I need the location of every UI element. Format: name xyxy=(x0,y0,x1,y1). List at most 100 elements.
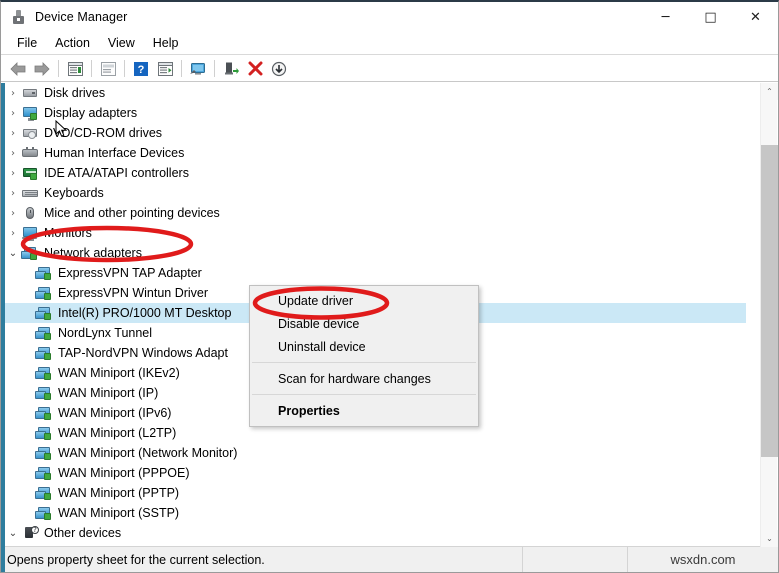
tree-item-label: WAN Miniport (IP) xyxy=(58,385,158,401)
disk-drive-icon xyxy=(21,85,39,101)
status-message: Opens property sheet for the current sel… xyxy=(1,547,523,572)
menu-view[interactable]: View xyxy=(99,33,144,53)
tree-item-label: WAN Miniport (SSTP) xyxy=(58,505,179,521)
tree-item-expressvpn-tap-adapter[interactable]: ExpressVPN TAP Adapter xyxy=(5,263,746,283)
device-manager-icon xyxy=(10,9,27,26)
device-manager-window: Device Manager ─ □ ✕ File Action View He… xyxy=(0,0,779,573)
tree-item-label: Keyboards xyxy=(44,185,104,201)
back-icon[interactable] xyxy=(6,58,30,80)
chevron-down-icon[interactable]: ⌄ xyxy=(5,248,21,259)
scrollbar-thumb[interactable] xyxy=(761,145,778,457)
maximize-button[interactable]: □ xyxy=(688,2,733,32)
context-menu[interactable]: Update driverDisable deviceUninstall dev… xyxy=(249,285,479,427)
context-menu-item-scan-for-hardware-changes[interactable]: Scan for hardware changes xyxy=(250,367,478,390)
help-icon[interactable]: ? xyxy=(129,58,153,80)
tree-item-label: ExpressVPN TAP Adapter xyxy=(58,265,202,281)
properties-icon[interactable] xyxy=(63,58,87,80)
tree-item-other-devices[interactable]: ⌄? Other devices xyxy=(5,523,746,543)
install-legacy-hardware-icon[interactable] xyxy=(267,58,291,80)
network-adapter-icon xyxy=(35,305,53,321)
monitor-icon xyxy=(21,225,39,241)
enable-device-icon[interactable] xyxy=(219,58,243,80)
network-adapter-icon xyxy=(35,445,53,461)
network-adapter-icon xyxy=(35,505,53,521)
uninstall-device-icon[interactable] xyxy=(243,58,267,80)
chevron-right-icon[interactable]: › xyxy=(5,188,21,199)
tree-item-label: WAN Miniport (PPPOE) xyxy=(58,465,190,481)
window-title: Device Manager xyxy=(35,10,127,24)
network-adapter-icon xyxy=(35,485,53,501)
context-menu-item-disable-device[interactable]: Disable device xyxy=(250,312,478,335)
dvd-drive-icon xyxy=(21,125,39,141)
status-accent-bar xyxy=(1,546,5,572)
toolbar-separator xyxy=(91,60,92,77)
network-adapter-icon xyxy=(21,245,39,261)
menu-action[interactable]: Action xyxy=(46,33,99,53)
tree-item-dvd-cd-rom-drives[interactable]: › DVD/CD-ROM drives xyxy=(5,123,746,143)
tree-item-label: WAN Miniport (L2TP) xyxy=(58,425,176,441)
vertical-scrollbar[interactable]: ⌃ ⌄ xyxy=(760,83,777,547)
context-menu-separator xyxy=(252,362,476,363)
menu-bar: File Action View Help xyxy=(1,32,778,55)
tree-item-keyboards[interactable]: › Keyboards xyxy=(5,183,746,203)
tree-item-wan-miniport-network-monitor[interactable]: WAN Miniport (Network Monitor) xyxy=(5,443,746,463)
tree-item-human-interface-devices[interactable]: › Human Interface Devices xyxy=(5,143,746,163)
mouse-icon xyxy=(21,205,39,221)
forward-icon[interactable] xyxy=(30,58,54,80)
tree-item-label: DVD/CD-ROM drives xyxy=(44,125,162,141)
tree-item-label: Human Interface Devices xyxy=(44,145,184,161)
update-driver-icon[interactable] xyxy=(153,58,177,80)
tree-item-label: WAN Miniport (IKEv2) xyxy=(58,365,180,381)
tree-item-label: Mice and other pointing devices xyxy=(44,205,220,221)
chevron-right-icon[interactable]: › xyxy=(5,208,21,219)
tree-item-disk-drives[interactable]: › Disk drives xyxy=(5,83,746,103)
status-bar: Opens property sheet for the current sel… xyxy=(1,546,778,572)
tree-item-label: Intel(R) PRO/1000 MT Desktop xyxy=(58,305,231,321)
tree-item-ide-ata-atapi-controllers[interactable]: ›IDE ATA/ATAPI controllers xyxy=(5,163,746,183)
watermark: wsxdn.com xyxy=(628,547,778,572)
toolbar-separator xyxy=(124,60,125,77)
scroll-down-button[interactable]: ⌄ xyxy=(761,530,778,547)
network-adapter-icon xyxy=(35,365,53,381)
tree-item-label: Other devices xyxy=(44,525,121,541)
context-menu-item-update-driver[interactable]: Update driver xyxy=(250,289,478,312)
tree-item-wan-miniport-pptp[interactable]: WAN Miniport (PPTP) xyxy=(5,483,746,503)
tree-item-label: Network adapters xyxy=(44,245,142,261)
chevron-down-icon[interactable]: ⌄ xyxy=(5,528,21,539)
show-hidden-devices-icon[interactable] xyxy=(96,58,120,80)
tree-item-label: WAN Miniport (PPTP) xyxy=(58,485,179,501)
toolbar: ? xyxy=(1,56,778,82)
scan-for-hardware-changes-icon[interactable] xyxy=(186,58,210,80)
chevron-right-icon[interactable]: › xyxy=(5,108,21,119)
tree-item-monitors[interactable]: › Monitors xyxy=(5,223,746,243)
context-menu-item-properties[interactable]: Properties xyxy=(250,399,478,422)
close-button[interactable]: ✕ xyxy=(733,2,778,32)
chevron-right-icon[interactable]: › xyxy=(5,148,21,159)
chevron-right-icon[interactable]: › xyxy=(5,228,21,239)
network-adapter-icon xyxy=(35,285,53,301)
keyboard-icon xyxy=(21,185,39,201)
tree-item-wan-miniport-pppoe[interactable]: WAN Miniport (PPPOE) xyxy=(5,463,746,483)
display-adapter-icon xyxy=(21,105,39,121)
menu-file[interactable]: File xyxy=(8,33,46,53)
network-adapter-icon xyxy=(35,425,53,441)
network-adapter-icon xyxy=(35,465,53,481)
tree-item-label: Monitors xyxy=(44,225,92,241)
unknown-device-icon: ? xyxy=(21,525,39,541)
tree-item-network-adapters[interactable]: ⌄ Network adapters xyxy=(5,243,746,263)
tree-item-label: NordLynx Tunnel xyxy=(58,325,152,341)
context-menu-item-uninstall-device[interactable]: Uninstall device xyxy=(250,335,478,358)
chevron-right-icon[interactable]: › xyxy=(5,128,21,139)
chevron-right-icon[interactable]: › xyxy=(5,168,21,179)
window-controls: ─ □ ✕ xyxy=(643,2,778,32)
scroll-up-button[interactable]: ⌃ xyxy=(761,83,778,100)
tree-item-wan-miniport-sstp[interactable]: WAN Miniport (SSTP) xyxy=(5,503,746,523)
tree-item-display-adapters[interactable]: ›Display adapters xyxy=(5,103,746,123)
tree-item-mice-and-other-pointing-devices[interactable]: › Mice and other pointing devices xyxy=(5,203,746,223)
menu-help[interactable]: Help xyxy=(144,33,188,53)
tree-item-label: ExpressVPN Wintun Driver xyxy=(58,285,208,301)
chevron-right-icon[interactable]: › xyxy=(5,88,21,99)
ide-controller-icon xyxy=(21,165,39,181)
minimize-button[interactable]: ─ xyxy=(643,2,688,32)
tree-item-label: Disk drives xyxy=(44,85,105,101)
